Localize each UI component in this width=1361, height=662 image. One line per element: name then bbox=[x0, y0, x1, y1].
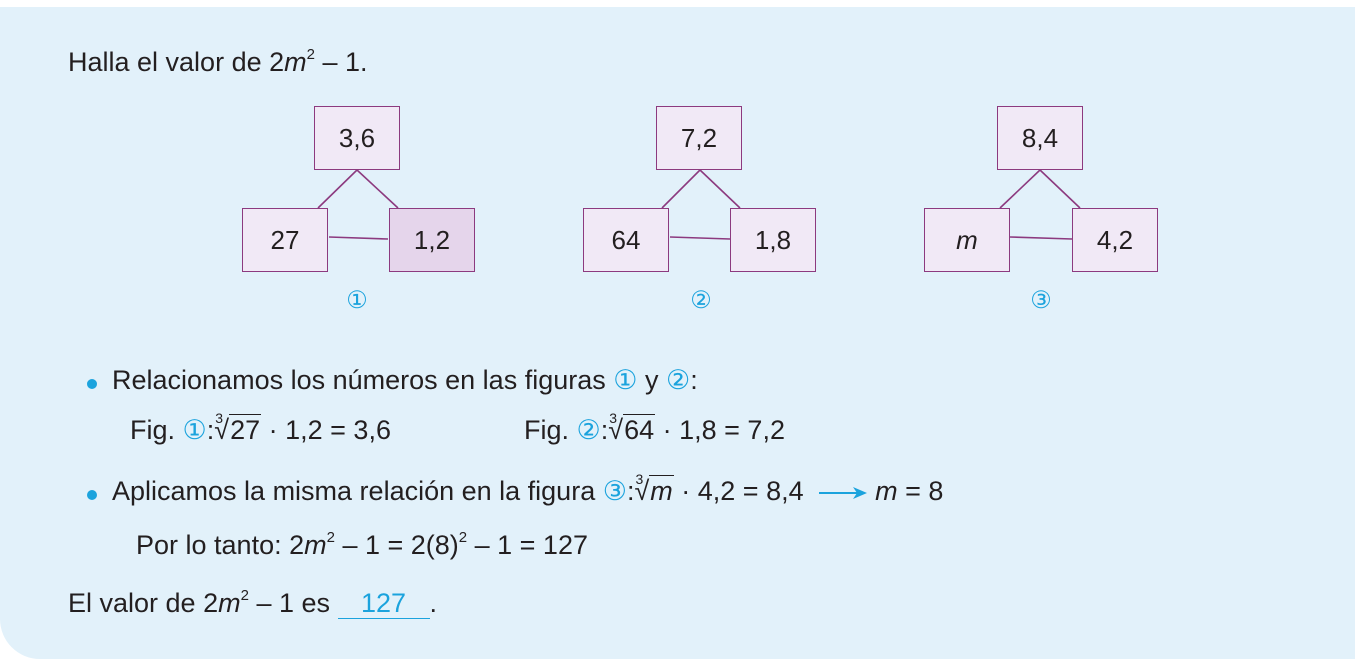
step1-formula-2: Fig. ②: 3 √64 · 1,8 = 7,2 bbox=[524, 410, 785, 445]
figure3-top-box: 8,4 bbox=[997, 106, 1083, 170]
step2-text: Aplicamos la misma relación en la figura… bbox=[112, 471, 944, 506]
cube-root-27: 3 √27 bbox=[214, 410, 262, 445]
cube-root-64: 3 √64 bbox=[608, 410, 656, 445]
arrow-right-icon bbox=[819, 486, 868, 499]
answer-blank: 127 bbox=[337, 588, 430, 619]
figure2-right-box: 1,8 bbox=[730, 208, 816, 272]
bullet-icon bbox=[87, 490, 97, 500]
step1-formula-1: Fig. ①: 3 √27 · 1,2 = 3,6 bbox=[130, 410, 391, 445]
figure3-label: ③ bbox=[1030, 287, 1052, 314]
figure-connectors bbox=[317, 169, 1081, 240]
figure3-right-box: 4,2 bbox=[1072, 208, 1158, 272]
figure2-label: ② bbox=[690, 287, 712, 314]
conclusion-text: El valor de 2m2 – 1 es 127. bbox=[68, 587, 438, 619]
figure1-top-box: 3,6 bbox=[314, 106, 400, 170]
figure1-label: ① bbox=[346, 287, 368, 314]
step2-ref: ③ bbox=[602, 476, 627, 506]
step1-ref1: ① bbox=[613, 365, 638, 395]
step3-text: Por lo tanto: 2m2 – 1 = 2(8)2 – 1 = 127 bbox=[136, 529, 588, 560]
figure1-left-box: 27 bbox=[242, 208, 328, 272]
figure2-left-box: 64 bbox=[583, 208, 669, 272]
step1-text: Relacionamos los números en las figuras … bbox=[112, 365, 698, 395]
figure1-right-box: 1,2 bbox=[389, 208, 475, 272]
cube-root-m: 3 √m bbox=[634, 471, 674, 506]
figure2-top-box: 7,2 bbox=[656, 106, 742, 170]
bullet-icon bbox=[87, 379, 97, 389]
step1-ref2: ② bbox=[665, 365, 691, 395]
figure3-left-box: m bbox=[924, 208, 1010, 272]
